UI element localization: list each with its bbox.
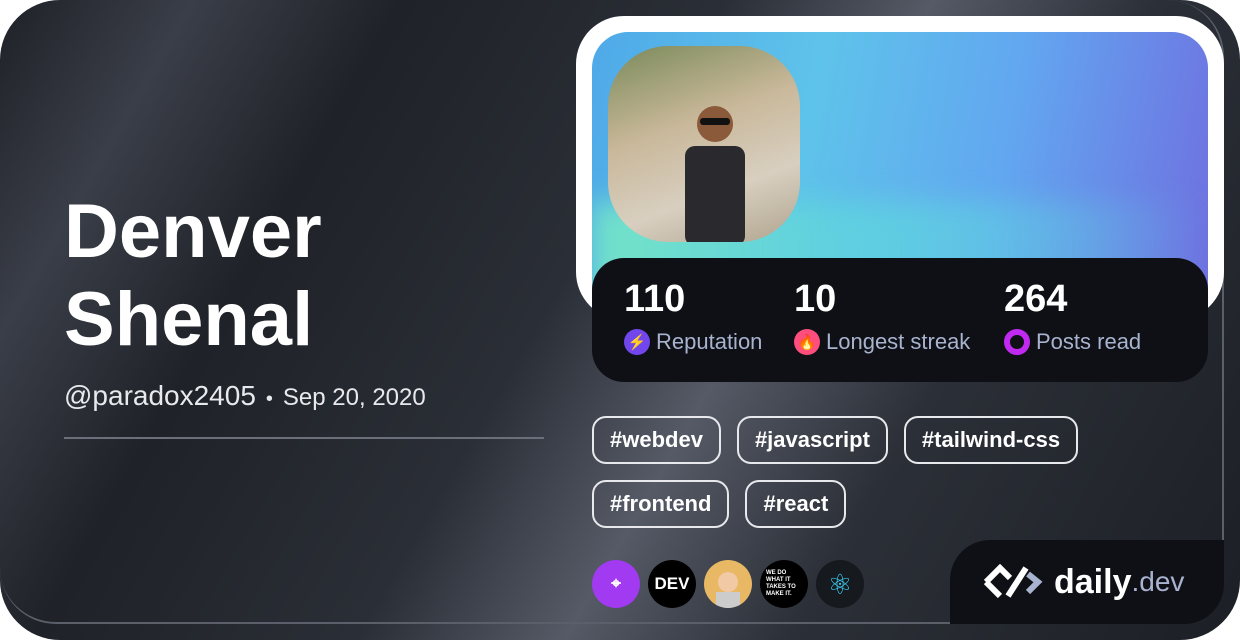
stat-posts: 264 Posts read xyxy=(1004,278,1141,355)
stat-value: 110 xyxy=(624,278,686,320)
stat-value: 264 xyxy=(1004,278,1068,320)
daily-dev-icon xyxy=(983,564,1043,599)
join-date: Sep 20, 2020 xyxy=(282,384,426,411)
profile-meta: @paradox2405 • Sep 20, 2020 xyxy=(64,380,426,412)
lightning-icon: ⚡ xyxy=(624,329,650,355)
first-name: Denver xyxy=(64,189,322,274)
brand-suffix: .dev xyxy=(1131,566,1185,597)
stat-streak: 10 🔥 Longest streak xyxy=(794,278,970,355)
last-name: Shenal xyxy=(64,277,314,362)
person-photo xyxy=(685,106,745,242)
avatar xyxy=(608,46,800,242)
crosshair-icon[interactable]: ⌖ xyxy=(592,560,640,608)
profile-card: Denver Shenal @paradox2405 • Sep 20, 202… xyxy=(0,0,1240,640)
tags-list: #webdev #javascript #tailwind-css #front… xyxy=(592,416,1132,528)
divider xyxy=(64,437,544,439)
flame-icon: 🔥 xyxy=(794,329,820,355)
stat-reputation: 110 ⚡ Reputation xyxy=(624,278,762,355)
tag[interactable]: #javascript xyxy=(736,416,888,464)
ring-icon xyxy=(1004,329,1030,355)
squad-avatar[interactable] xyxy=(704,560,752,608)
stats-panel: 110 ⚡ Reputation 10 🔥 Longest streak 264 P… xyxy=(592,258,1208,382)
tag[interactable]: #webdev xyxy=(592,416,721,464)
stat-label: Reputation xyxy=(656,329,763,354)
squad-dev[interactable]: DEV xyxy=(648,560,696,608)
squads-list: ⌖ DEV WE DO WHAT IT TAKES TO MAKE IT. ⚛ xyxy=(592,560,864,608)
tag[interactable]: #react xyxy=(745,480,847,528)
brand-name: daily xyxy=(1054,562,1132,601)
squad-label: WE DO WHAT IT TAKES TO MAKE IT. xyxy=(766,570,796,597)
username: @paradox2405 xyxy=(64,380,256,411)
stat-label: Posts read xyxy=(1036,329,1142,354)
squad-label: DEV xyxy=(654,574,690,593)
daily-dev-logo: daily .dev xyxy=(950,540,1224,624)
react-icon[interactable]: ⚛ xyxy=(816,560,864,608)
tag[interactable]: #frontend xyxy=(592,480,730,528)
profile-name: Denver Shenal xyxy=(64,188,322,364)
separator: • xyxy=(265,388,273,410)
squad-we-do-what-it-takes[interactable]: WE DO WHAT IT TAKES TO MAKE IT. xyxy=(760,560,808,608)
stat-label: Longest streak xyxy=(826,329,971,354)
stat-value: 10 xyxy=(794,278,837,320)
tag[interactable]: #tailwind-css xyxy=(903,416,1079,464)
memoji-icon xyxy=(716,572,740,608)
